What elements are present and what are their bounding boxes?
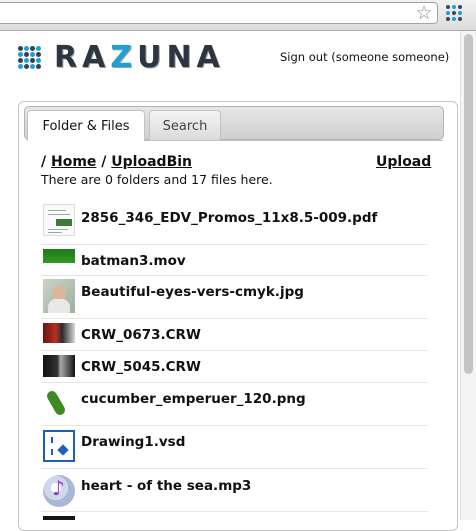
- file-name-link[interactable]: batman3.mov: [81, 253, 186, 269]
- bookmark-star-icon[interactable]: ☆: [414, 3, 434, 23]
- breadcrumb-root: /: [41, 154, 47, 170]
- breadcrumb-home-link[interactable]: Home: [51, 154, 96, 170]
- breadcrumb-separator: /: [101, 154, 107, 170]
- breadcrumb: / Home / UploadBin: [41, 154, 192, 170]
- file-row[interactable]: CRW_0673.CRW: [41, 319, 428, 351]
- upload-link[interactable]: Upload: [376, 154, 431, 170]
- folder-summary: There are 0 folders and 17 files here.: [41, 172, 273, 187]
- tab-search[interactable]: Search: [149, 110, 221, 141]
- breadcrumb-current-link[interactable]: UploadBin: [111, 154, 192, 170]
- file-row[interactable]: Drawing1.vsd: [41, 426, 428, 469]
- logo-dot-grid-icon: [18, 46, 42, 70]
- file-name-link[interactable]: cucumber_emperuer_120.png: [81, 391, 306, 407]
- image-thumbnail-icon[interactable]: [43, 387, 75, 419]
- file-row[interactable]: 2856_346_EDV_Promos_11x8.5-009.pdf: [41, 196, 428, 245]
- file-row[interactable]: ♪ heart - of the sea.mp3: [41, 469, 428, 512]
- video-thumbnail-icon[interactable]: [43, 249, 75, 263]
- sign-out-link[interactable]: Sign out (someone someone): [280, 50, 449, 64]
- file-name-link[interactable]: CRW_0673.CRW: [81, 327, 201, 343]
- logo-wordmark: RAZUNA: [54, 40, 225, 75]
- tab-divider: [145, 140, 443, 141]
- file-name-link[interactable]: CRW_5045.CRW: [81, 359, 201, 375]
- file-name-link[interactable]: Drawing1.vsd: [81, 434, 185, 450]
- file-row[interactable]: CRW_5045.CRW: [41, 351, 428, 383]
- audio-file-icon[interactable]: ♪: [43, 475, 75, 507]
- file-name-link[interactable]: 2856_346_EDV_Promos_11x8.5-009.pdf: [81, 210, 377, 226]
- scrollbar-thumb[interactable]: [464, 34, 473, 374]
- razuna-logo[interactable]: RAZUNA: [18, 40, 225, 75]
- visio-file-icon[interactable]: [43, 430, 75, 462]
- address-bar[interactable]: [0, 2, 438, 24]
- tab-folder-files[interactable]: Folder & Files: [27, 110, 145, 141]
- file-name-link[interactable]: Beautiful-eyes-vers-cmyk.jpg: [81, 284, 304, 300]
- extension-dot-grid-icon[interactable]: [446, 5, 466, 23]
- file-row[interactable]: cucumber_emperuer_120.png: [41, 383, 428, 426]
- file-row[interactable]: Beautiful-eyes-vers-cmyk.jpg: [41, 276, 428, 319]
- raw-photo-thumbnail-icon[interactable]: [43, 323, 75, 343]
- pdf-thumbnail-icon[interactable]: [43, 204, 75, 236]
- photo-thumbnail-icon[interactable]: [43, 279, 75, 313]
- file-row[interactable]: [41, 512, 428, 520]
- file-name-link[interactable]: heart - of the sea.mp3: [81, 478, 251, 494]
- raw-photo-thumbnail-icon[interactable]: [43, 355, 75, 377]
- file-thumbnail-icon[interactable]: [43, 516, 75, 520]
- file-row[interactable]: batman3.mov: [41, 245, 428, 276]
